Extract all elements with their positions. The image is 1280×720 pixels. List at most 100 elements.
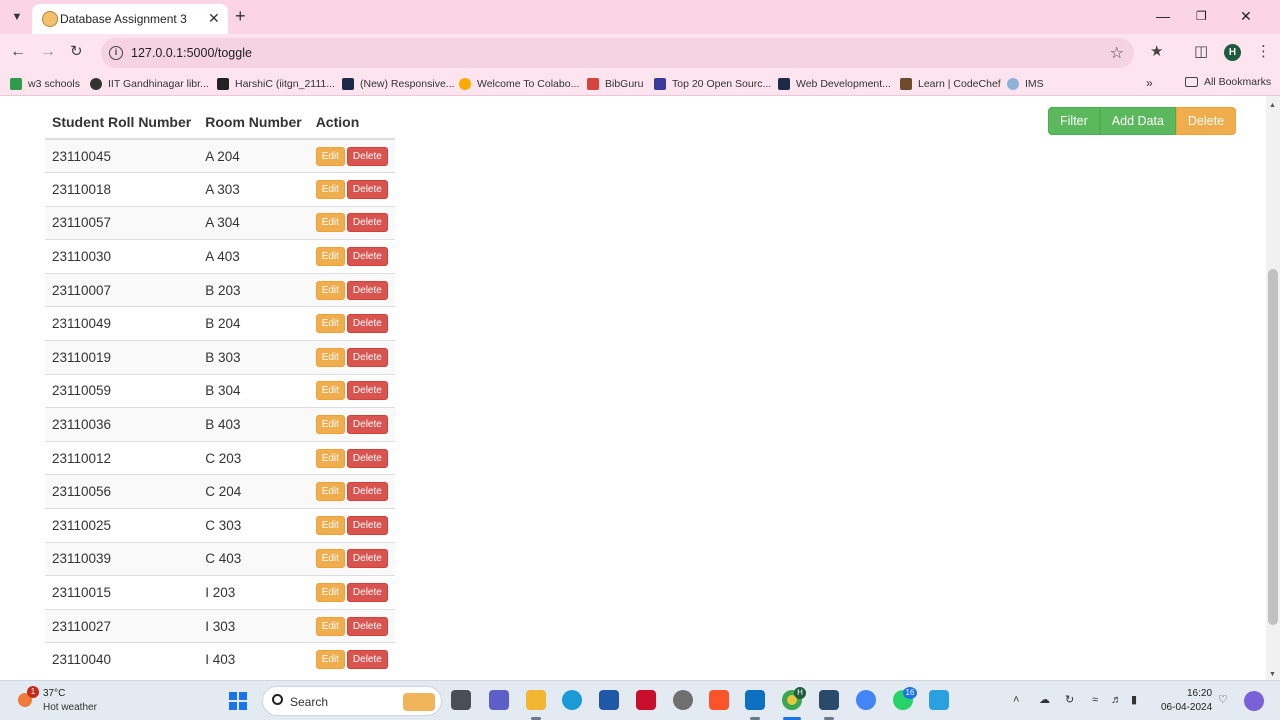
reload-icon[interactable]: ↻ <box>70 42 83 62</box>
photos-icon[interactable] <box>929 690 949 710</box>
delete-row-button[interactable]: Delete <box>346 381 388 401</box>
forward-arrow-icon[interactable]: → <box>40 42 56 62</box>
edit-button[interactable]: Edit <box>315 347 345 367</box>
extensions-icon[interactable]: ★ <box>1150 43 1163 61</box>
bookmark-item[interactable]: w3 schools <box>10 76 80 92</box>
edit-button[interactable]: Edit <box>315 616 345 636</box>
task-view-icon[interactable] <box>451 690 471 710</box>
delete-row-button[interactable]: Delete <box>346 415 388 435</box>
taskbar-search[interactable]: Search <box>262 686 442 716</box>
bookmark-item[interactable]: Top 20 Open Sourc... <box>654 76 771 92</box>
scrollbar-thumb[interactable] <box>1268 269 1278 625</box>
tab-title: Database Assignment 3 <box>60 12 187 26</box>
bookmark-item[interactable]: IIT Gandhinagar libr... <box>90 76 209 92</box>
side-panel-icon[interactable]: ◫ <box>1194 43 1208 61</box>
filter-button[interactable]: Filter <box>1048 107 1100 135</box>
delete-row-button[interactable]: Delete <box>346 146 388 166</box>
store-icon[interactable] <box>599 690 619 710</box>
bookmark-item[interactable]: IMS <box>1007 76 1044 92</box>
back-arrow-icon[interactable]: ← <box>10 42 26 62</box>
vscode-icon[interactable] <box>745 690 765 710</box>
bookmark-star-icon[interactable]: ☆ <box>1110 43 1124 63</box>
bookmark-item[interactable]: BibGuru <box>587 76 644 92</box>
edit-button[interactable]: Edit <box>315 280 345 300</box>
edit-button[interactable]: Edit <box>315 146 345 166</box>
tab-active[interactable]: Database Assignment 3 ✕ <box>32 4 228 34</box>
roll-number-cell: 23110027 <box>45 608 199 643</box>
tab-search-icon[interactable]: ▼ <box>8 8 26 26</box>
action-cell: Edit Delete <box>308 239 395 274</box>
delete-row-button[interactable]: Delete <box>346 347 388 367</box>
delete-button[interactable]: Delete <box>1175 107 1237 135</box>
delete-row-button[interactable]: Delete <box>346 549 388 569</box>
edit-button[interactable]: Edit <box>315 213 345 233</box>
delete-row-button[interactable]: Delete <box>346 247 388 267</box>
edit-button[interactable]: Edit <box>315 583 345 603</box>
delete-row-button[interactable]: Delete <box>346 482 388 502</box>
delete-row-button[interactable]: Delete <box>346 583 388 603</box>
edit-button[interactable]: Edit <box>315 515 345 535</box>
delete-row-button[interactable]: Delete <box>346 650 388 670</box>
search-placeholder: Search <box>290 695 329 709</box>
delete-row-button[interactable]: Delete <box>346 515 388 535</box>
edit-button[interactable]: Edit <box>315 247 345 267</box>
roll-number-cell: 23110049 <box>45 306 199 341</box>
tray-chevron-up-icon[interactable]: ˄ <box>1013 693 1019 707</box>
add-data-button[interactable]: Add Data <box>1099 107 1176 135</box>
teams-icon[interactable] <box>489 690 509 710</box>
edit-button[interactable]: Edit <box>315 549 345 569</box>
close-window-icon[interactable]: ✕ <box>1240 6 1252 26</box>
clock-date[interactable]: 06-04-2024 <box>1161 702 1212 713</box>
url-text[interactable]: 127.0.0.1:5000/toggle <box>131 46 252 60</box>
edit-button[interactable]: Edit <box>315 482 345 502</box>
notification-bell-icon[interactable]: ♡ <box>1218 693 1228 707</box>
page-scrollbar[interactable]: ▲ ▼ <box>1266 96 1280 680</box>
menu-kebab-icon[interactable]: ⋮ <box>1256 43 1271 61</box>
scroll-up-arrow-icon[interactable]: ▲ <box>1269 102 1276 109</box>
site-info-icon[interactable]: i <box>109 46 123 60</box>
edit-button[interactable]: Edit <box>315 381 345 401</box>
battery-icon[interactable]: ▮ <box>1131 693 1137 707</box>
profile-avatar[interactable]: H <box>1224 44 1241 61</box>
file-explorer-icon[interactable] <box>526 690 546 710</box>
edit-button[interactable]: Edit <box>315 314 345 334</box>
edit-button[interactable]: Edit <box>315 179 345 199</box>
sync-icon[interactable]: ↻ <box>1065 693 1074 707</box>
weather-condition[interactable]: Hot weather <box>43 702 97 713</box>
bookmark-item[interactable]: Web Development... <box>778 76 891 92</box>
scroll-down-arrow-icon[interactable]: ▼ <box>1269 671 1276 678</box>
delete-row-button[interactable]: Delete <box>346 213 388 233</box>
wifi-icon[interactable]: ≈ <box>1092 693 1098 707</box>
edit-button[interactable]: Edit <box>315 448 345 468</box>
more-bookmarks-icon[interactable]: » <box>1146 76 1153 90</box>
delete-row-button[interactable]: Delete <box>346 616 388 636</box>
bookmark-item[interactable]: Learn | CodeChef <box>900 76 1001 92</box>
cloud-icon[interactable]: ☁ <box>1039 693 1050 707</box>
brave-icon[interactable] <box>709 690 729 710</box>
copilot-icon[interactable] <box>1244 691 1264 711</box>
windows-start-icon[interactable] <box>229 692 247 710</box>
bookmark-item[interactable]: HarshiC (iitgn_2111... <box>217 76 335 92</box>
address-bar[interactable]: i 127.0.0.1:5000/toggle ☆ <box>101 38 1134 68</box>
mysql-workbench-icon[interactable] <box>819 690 839 710</box>
clock-app-icon[interactable] <box>673 690 693 710</box>
new-tab-icon[interactable]: + <box>235 6 246 26</box>
maximize-icon[interactable]: ❐ <box>1196 6 1207 26</box>
chrome-profile-icon[interactable] <box>856 690 876 710</box>
clock-time[interactable]: 16:20 <box>1187 688 1212 699</box>
delete-row-button[interactable]: Delete <box>346 179 388 199</box>
edge-icon[interactable] <box>562 690 582 710</box>
close-tab-icon[interactable]: ✕ <box>208 10 220 26</box>
bookmark-item[interactable]: Welcome To Colabo... <box>459 76 579 92</box>
edit-button[interactable]: Edit <box>315 415 345 435</box>
bookmark-item[interactable]: (New) Responsive... <box>342 76 455 92</box>
minimize-icon[interactable]: — <box>1156 6 1170 26</box>
edit-button[interactable]: Edit <box>315 650 345 670</box>
delete-row-button[interactable]: Delete <box>346 314 388 334</box>
all-bookmarks[interactable]: All Bookmarks <box>1185 76 1271 88</box>
weather-temperature[interactable]: 37°C <box>43 688 65 699</box>
volume-icon[interactable]: ♬ <box>1111 693 1122 707</box>
delete-row-button[interactable]: Delete <box>346 280 388 300</box>
mcafee-icon[interactable] <box>636 690 656 710</box>
delete-row-button[interactable]: Delete <box>346 448 388 468</box>
